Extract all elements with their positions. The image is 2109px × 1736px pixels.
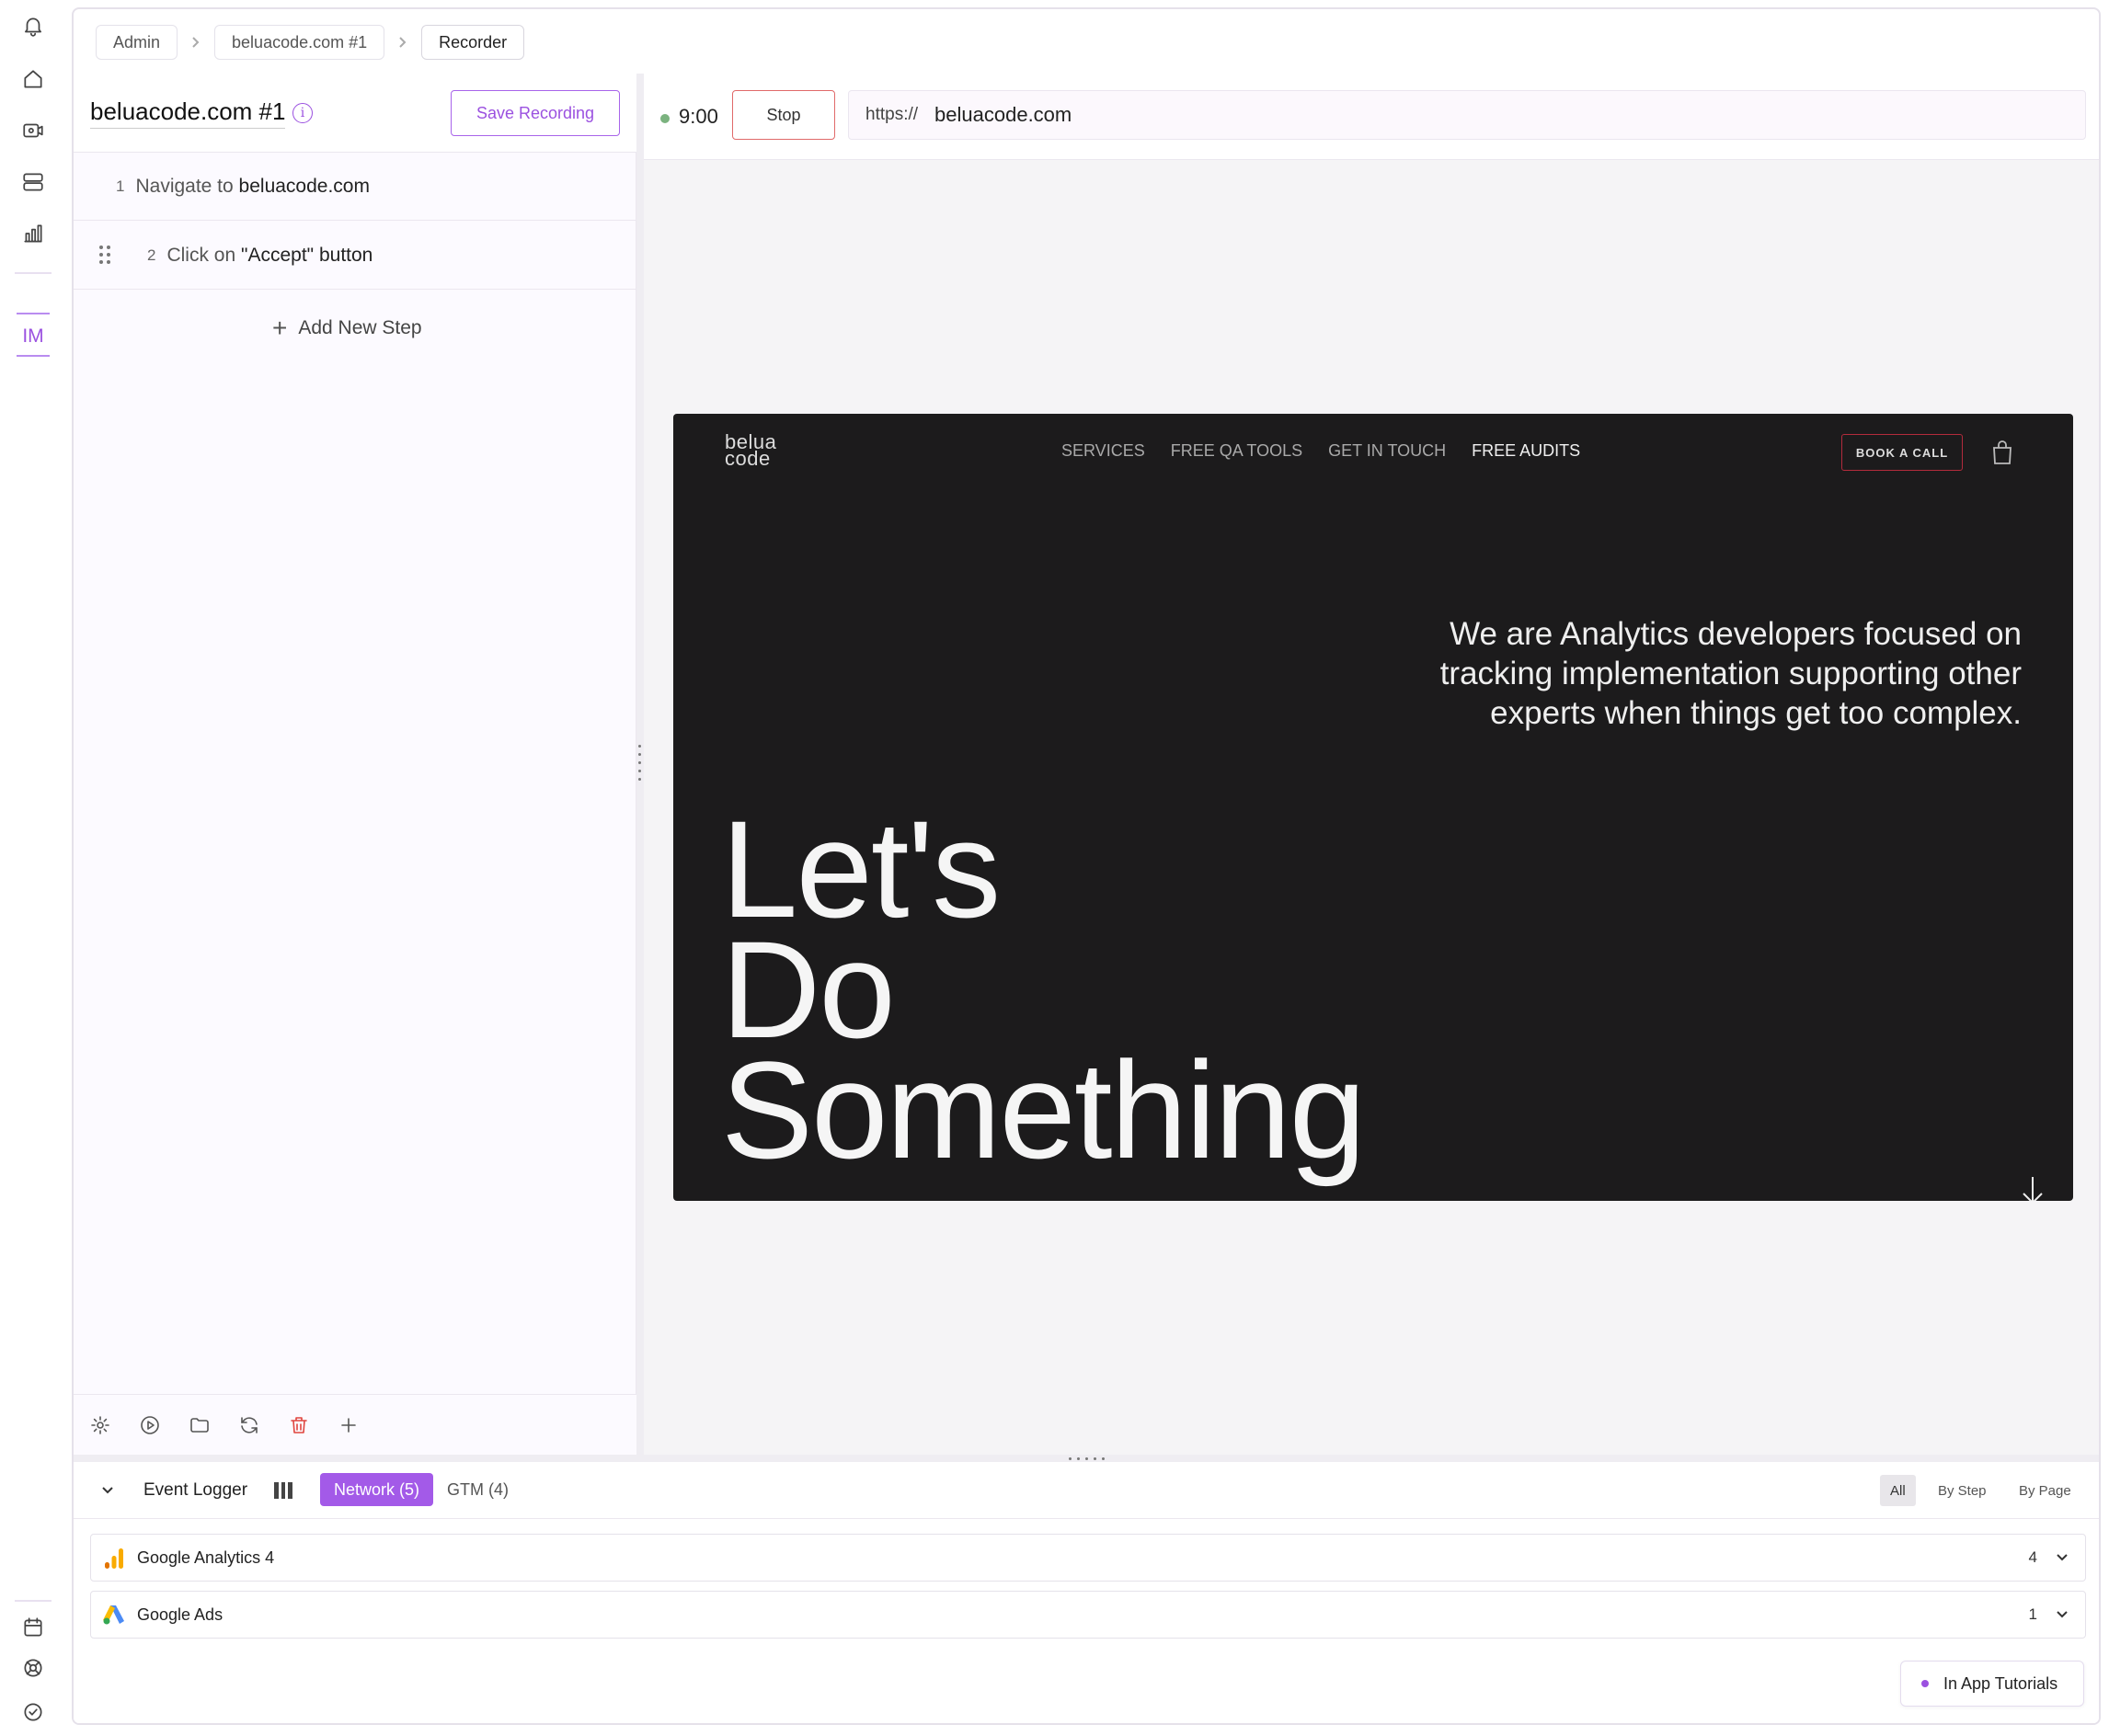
- site-tagline-line: experts when things get too complex.: [1490, 695, 2022, 731]
- site-tagline-line: tracking implementation supporting other: [1439, 656, 2022, 691]
- refresh-icon[interactable]: [237, 1413, 261, 1437]
- bell-icon[interactable]: [17, 9, 50, 42]
- breadcrumb-recorder[interactable]: Recorder: [421, 25, 525, 60]
- filter-by-step[interactable]: By Step: [1928, 1475, 1997, 1506]
- site-logo-line2: code: [725, 447, 771, 470]
- drag-handle-icon[interactable]: [99, 246, 112, 266]
- site-tagline-line: We are Analytics developers focused on: [1450, 616, 2022, 652]
- filter-all[interactable]: All: [1880, 1475, 1916, 1506]
- arrow-down-icon[interactable]: [2014, 1171, 2051, 1201]
- main-frame: Admin beluacode.com #1 Recorder beluacod…: [72, 7, 2101, 1725]
- step-item[interactable]: 1 Navigate to beluacode.com: [74, 153, 636, 221]
- chevron-right-icon: [178, 36, 214, 49]
- site-nav-free-qa-tools[interactable]: FREE QA TOOLS: [1171, 441, 1302, 461]
- rail-divider: [17, 313, 50, 314]
- site-nav: SERVICES FREE QA TOOLS GET IN TOUCH FREE…: [1061, 441, 1580, 461]
- steps-panel: beluacode.com #1 i Save Recording 1 Navi…: [74, 74, 636, 1455]
- step-action: Click on: [166, 244, 236, 266]
- chevron-down-icon[interactable]: [2052, 1605, 2072, 1625]
- url-input[interactable]: https:// beluacode.com: [848, 90, 2086, 140]
- home-icon[interactable]: [17, 63, 50, 96]
- trash-icon[interactable]: [287, 1413, 311, 1437]
- step-target: "Accept" button: [241, 244, 373, 266]
- recording-timer: 9:00: [679, 105, 718, 128]
- step-action: Navigate to: [135, 175, 234, 197]
- save-recording-button[interactable]: Save Recording: [451, 90, 620, 136]
- site-nav-services[interactable]: SERVICES: [1061, 441, 1145, 461]
- recorder-toolbar: 9:00 Stop https:// beluacode.com: [644, 74, 2099, 160]
- plus-icon: +: [272, 314, 288, 342]
- site-nav-get-in-touch[interactable]: GET IN TOUCH: [1328, 441, 1446, 461]
- url-protocol: https://: [865, 105, 919, 124]
- shield-check-icon[interactable]: [17, 1696, 50, 1729]
- support-icon[interactable]: [17, 1651, 50, 1685]
- vendor-count: 4: [2028, 1548, 2037, 1566]
- vendor-row-google-analytics[interactable]: Google Analytics 4 4: [90, 1534, 2086, 1582]
- recorder-area: 9:00 Stop https:// beluacode.com belua c…: [644, 74, 2099, 1455]
- add-new-step-button[interactable]: + Add New Step: [272, 314, 422, 342]
- stop-button[interactable]: Stop: [732, 90, 835, 140]
- filter-by-page[interactable]: By Page: [2009, 1475, 2081, 1506]
- vendor-name: Google Ads: [137, 1605, 224, 1624]
- site-hero-heading: Let's Do Something: [721, 800, 1366, 1187]
- folder-icon[interactable]: [188, 1413, 212, 1437]
- rail-divider: [15, 1600, 52, 1602]
- info-icon[interactable]: i: [292, 103, 313, 123]
- play-icon[interactable]: [138, 1413, 162, 1437]
- chevron-right-icon: [384, 36, 421, 49]
- event-logger-bar: Event Logger Network (5) GTM (4) All By …: [74, 1462, 2099, 1519]
- google-analytics-icon: [104, 1548, 124, 1570]
- left-rail: IM: [0, 0, 66, 1736]
- plus-icon[interactable]: [337, 1413, 361, 1437]
- breadcrumb-admin[interactable]: Admin: [96, 25, 178, 60]
- calendar-icon[interactable]: [17, 1611, 50, 1644]
- server-icon[interactable]: [17, 166, 50, 199]
- google-ads-icon: [102, 1604, 126, 1626]
- event-logger-title: Event Logger: [143, 1480, 248, 1500]
- vendor-name: Google Analytics 4: [137, 1548, 275, 1567]
- breadcrumb: Admin beluacode.com #1 Recorder: [96, 24, 525, 61]
- site-tagline: We are Analytics developers focused on t…: [1359, 614, 2022, 733]
- url-host: beluacode.com: [934, 103, 1072, 126]
- recording-status-dot: [660, 114, 670, 123]
- shopping-bag-icon[interactable]: [1990, 440, 2014, 465]
- settings-icon[interactable]: [88, 1413, 112, 1437]
- tab-gtm[interactable]: GTM (4): [441, 1473, 514, 1506]
- vendor-row-google-ads[interactable]: Google Ads 1: [90, 1591, 2086, 1639]
- site-nav-free-audits[interactable]: FREE AUDITS: [1472, 441, 1580, 461]
- recording-title[interactable]: beluacode.com #1: [90, 97, 286, 129]
- chart-icon[interactable]: [17, 217, 50, 250]
- video-icon[interactable]: [17, 114, 50, 147]
- steps-toolbar: [74, 1394, 636, 1455]
- resize-grip-icon: [1069, 1457, 1109, 1461]
- vendor-count: 1: [2028, 1605, 2037, 1623]
- browser-preview[interactable]: belua code SERVICES FREE QA TOOLS GET IN…: [673, 414, 2073, 1201]
- tutorials-dot-icon: [1921, 1680, 1929, 1687]
- rail-divider: [15, 272, 52, 274]
- site-hero-line: Something: [721, 1033, 1366, 1187]
- in-app-tutorials-button[interactable]: In App Tutorials: [1900, 1661, 2084, 1707]
- step-number: 2: [147, 246, 156, 264]
- step-number: 1: [116, 177, 125, 195]
- in-app-tutorials-label: In App Tutorials: [1943, 1673, 2058, 1693]
- recording-header: beluacode.com #1 i Save Recording: [74, 74, 636, 153]
- breadcrumb-recording[interactable]: beluacode.com #1: [214, 25, 385, 60]
- columns-icon[interactable]: [274, 1482, 293, 1499]
- chevron-down-icon[interactable]: [2052, 1548, 2072, 1568]
- chevron-down-icon[interactable]: [97, 1480, 118, 1501]
- resize-grip-icon: [638, 745, 642, 785]
- book-a-call-button[interactable]: BOOK A CALL: [1841, 434, 1963, 471]
- step-target: beluacode.com: [238, 175, 370, 197]
- site-logo[interactable]: belua code: [725, 432, 776, 470]
- add-new-step-label: Add New Step: [298, 317, 422, 338]
- tab-network[interactable]: Network (5): [320, 1473, 434, 1506]
- step-item[interactable]: 2 Click on "Accept" button: [74, 222, 636, 290]
- rail-divider: [17, 355, 50, 357]
- event-logger: Event Logger Network (5) GTM (4) All By …: [74, 1462, 2099, 1723]
- user-avatar[interactable]: IM: [17, 320, 50, 353]
